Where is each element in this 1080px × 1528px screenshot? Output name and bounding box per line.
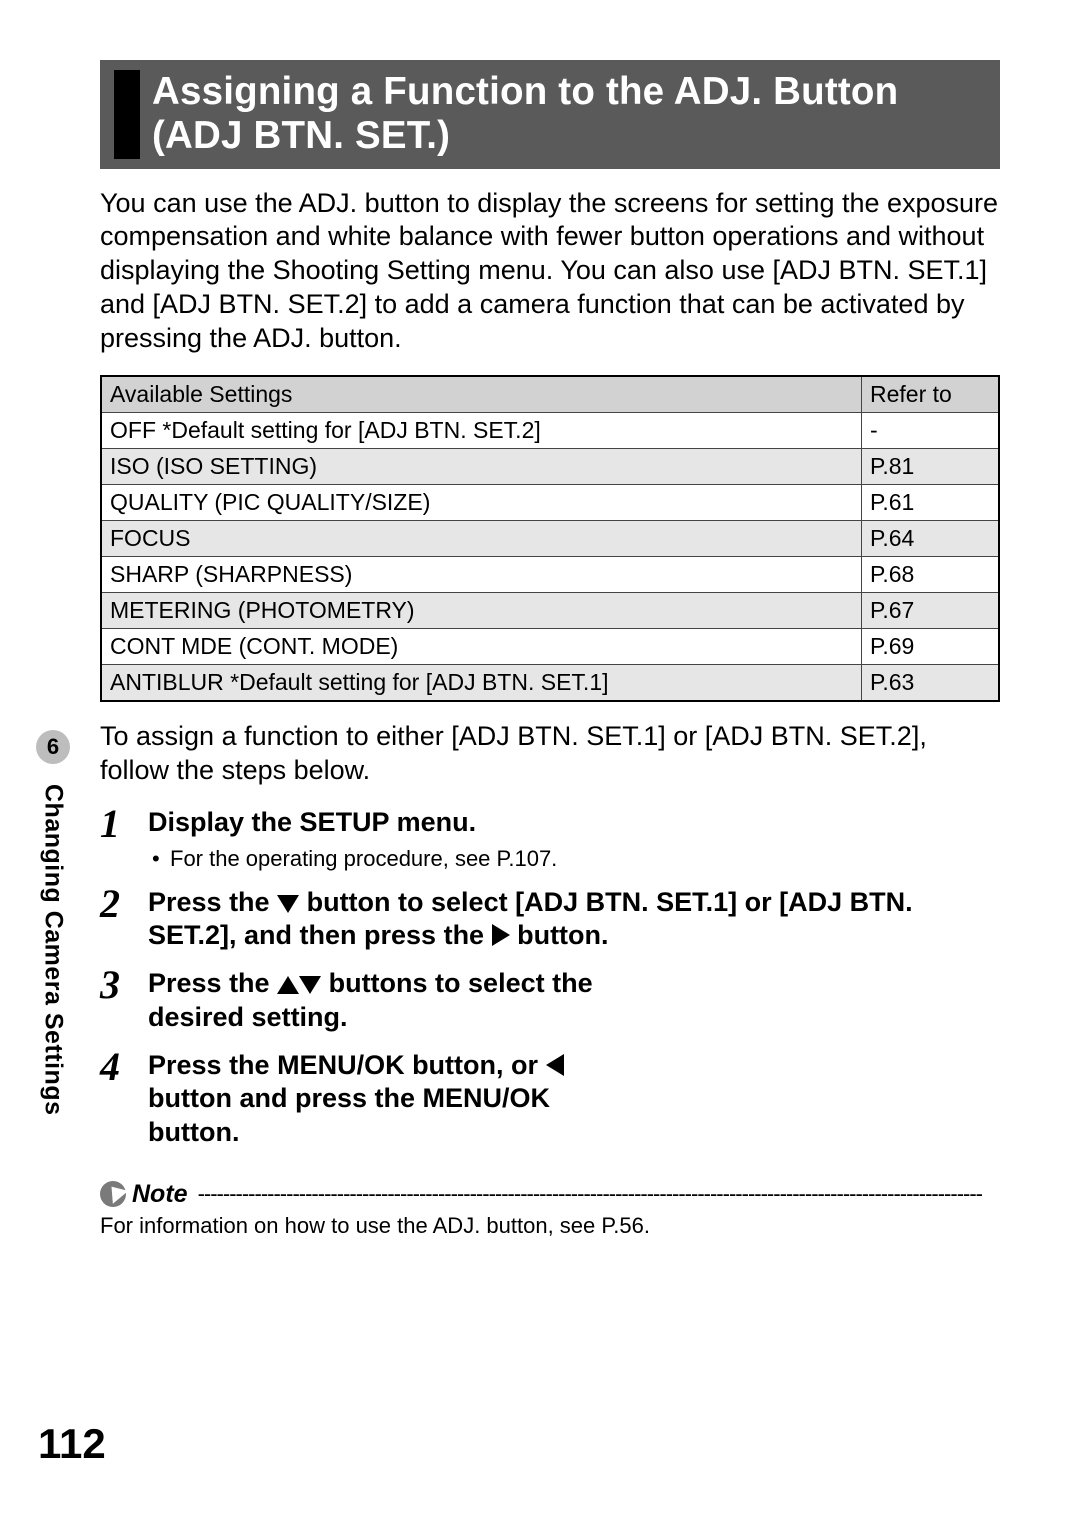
table-cell-setting: ANTIBLUR *Default setting for [ADJ BTN. … — [101, 665, 862, 702]
table-cell-ref: P.64 — [862, 521, 1000, 557]
note-dashes: ----------------------------------------… — [198, 1181, 1000, 1207]
step-1: Display the SETUP menu. For the operatin… — [100, 806, 1000, 872]
table-cell-ref: P.67 — [862, 593, 1000, 629]
table-cell-ref: P.68 — [862, 557, 1000, 593]
table-cell-setting: SHARP (SHARPNESS) — [101, 557, 862, 593]
down-triangle-icon — [277, 895, 299, 913]
table-cell-ref: - — [862, 413, 1000, 449]
step-3: Press the buttons to select the desired … — [100, 967, 1000, 1035]
page-number: 112 — [38, 1420, 106, 1468]
intro-paragraph: You can use the ADJ. button to display t… — [100, 187, 1000, 356]
section-title: Assigning a Function to the ADJ. Button … — [152, 70, 986, 159]
title-marker — [114, 70, 140, 159]
note-icon — [100, 1181, 126, 1207]
chapter-label: Changing Camera Settings — [39, 784, 68, 1116]
note-label: Note — [132, 1180, 188, 1209]
table-row: OFF *Default setting for [ADJ BTN. SET.2… — [101, 413, 999, 449]
table-header-row: Available Settings Refer to — [101, 376, 999, 413]
up-triangle-icon — [277, 976, 299, 994]
table-row: METERING (PHOTOMETRY)P.67 — [101, 593, 999, 629]
table-header-ref: Refer to — [862, 376, 1000, 413]
chapter-badge: 6 — [36, 730, 70, 764]
step-2: Press the button to select [ADJ BTN. SET… — [100, 886, 1000, 954]
step-1-sub: For the operating procedure, see P.107. — [148, 846, 1000, 872]
table-cell-ref: P.63 — [862, 665, 1000, 702]
down-triangle-icon — [299, 976, 321, 994]
step-4-post: button and press the MENU/OK button. — [148, 1083, 550, 1147]
table-row: SHARP (SHARPNESS)P.68 — [101, 557, 999, 593]
after-table-paragraph: To assign a function to either [ADJ BTN.… — [100, 720, 1000, 788]
step-1-head: Display the SETUP menu. — [148, 806, 1000, 840]
step-3-head: Press the buttons to select the desired … — [148, 967, 628, 1035]
step-4-head: Press the MENU/OK button, or button and … — [148, 1049, 628, 1150]
table-row: QUALITY (PIC QUALITY/SIZE)P.61 — [101, 485, 999, 521]
note-heading-row: Note -----------------------------------… — [100, 1180, 1000, 1209]
table-cell-ref: P.61 — [862, 485, 1000, 521]
section-title-block: Assigning a Function to the ADJ. Button … — [100, 60, 1000, 169]
table-cell-setting: ISO (ISO SETTING) — [101, 449, 862, 485]
table-cell-setting: CONT MDE (CONT. MODE) — [101, 629, 862, 665]
table-cell-ref: P.81 — [862, 449, 1000, 485]
step-2-head: Press the button to select [ADJ BTN. SET… — [148, 886, 1000, 954]
steps-list: Display the SETUP menu. For the operatin… — [100, 806, 1000, 1150]
table-row: ANTIBLUR *Default setting for [ADJ BTN. … — [101, 665, 999, 702]
table-row: FOCUSP.64 — [101, 521, 999, 557]
table-cell-setting: METERING (PHOTOMETRY) — [101, 593, 862, 629]
step-2-pre: Press the — [148, 887, 277, 917]
right-triangle-icon — [492, 924, 510, 946]
step-2-post: button. — [510, 920, 609, 950]
settings-table: Available Settings Refer to OFF *Default… — [100, 375, 1000, 702]
table-cell-ref: P.69 — [862, 629, 1000, 665]
table-cell-setting: QUALITY (PIC QUALITY/SIZE) — [101, 485, 862, 521]
note-text: For information on how to use the ADJ. b… — [100, 1213, 1000, 1239]
table-cell-setting: OFF *Default setting for [ADJ BTN. SET.2… — [101, 413, 862, 449]
step-4-pre: Press the MENU/OK button, or — [148, 1050, 546, 1080]
table-header-setting: Available Settings — [101, 376, 862, 413]
table-row: ISO (ISO SETTING)P.81 — [101, 449, 999, 485]
side-tab: 6 Changing Camera Settings — [36, 730, 70, 1116]
step-4: Press the MENU/OK button, or button and … — [100, 1049, 1000, 1150]
left-triangle-icon — [546, 1054, 564, 1076]
table-row: CONT MDE (CONT. MODE)P.69 — [101, 629, 999, 665]
table-cell-setting: FOCUS — [101, 521, 862, 557]
step-3-pre: Press the — [148, 968, 277, 998]
